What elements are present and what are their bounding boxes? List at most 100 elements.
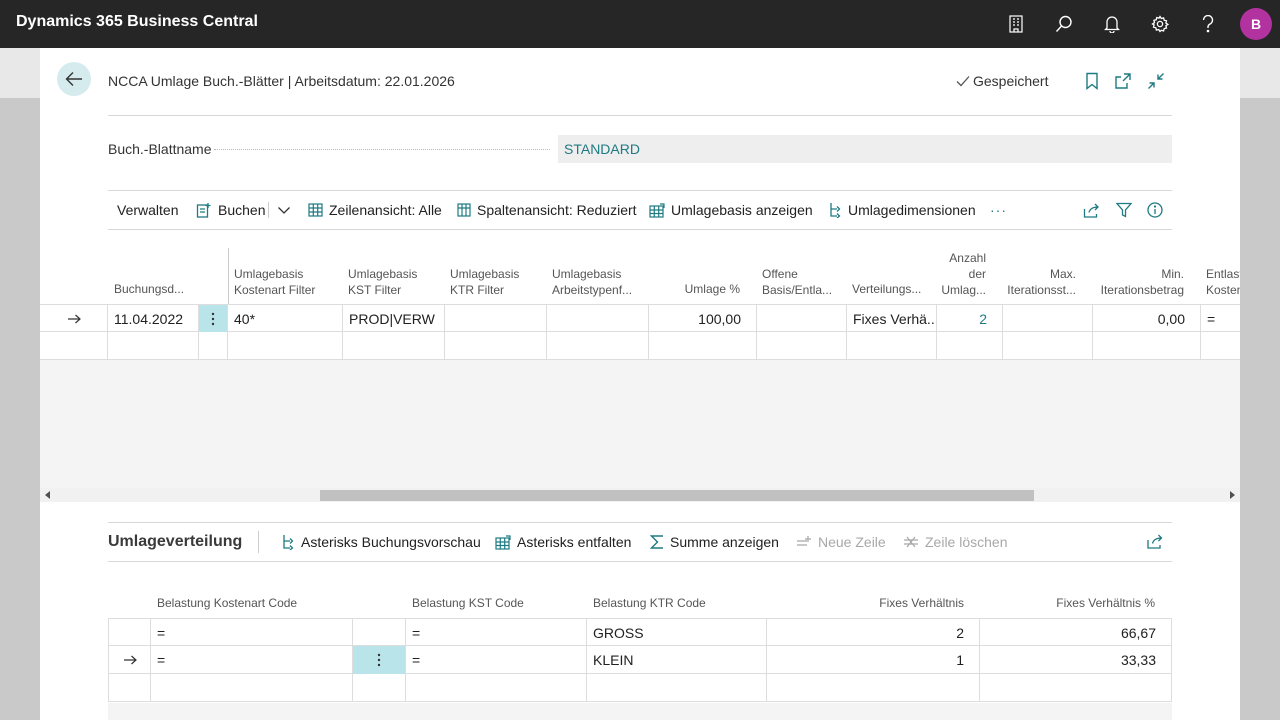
empty-cell[interactable] [1003,332,1093,360]
col-max-iter[interactable]: Max. Iterationsst... [990,266,1076,298]
empty-cell[interactable] [587,674,767,702]
co-filter-cell[interactable] [445,305,547,333]
table-row[interactable]: 11.04.2022 40* PROD|VERW 100,00 Fixes Ve… [40,304,1240,333]
col-view-button[interactable]: Spaltenansicht: Reduziert [457,191,637,229]
charge-cost-type-cell[interactable]: = [151,646,353,674]
empty-cell[interactable] [649,332,757,360]
post-button[interactable]: Buchen [196,191,265,229]
asterisks-expand-button[interactable]: Asterisks entfalten [495,522,631,562]
col-charge-cost-type[interactable]: Belastung Kostenart Code [157,595,297,611]
action-bar: Verwalten Buchen Zeilenansicht: Alle Spa… [108,191,1172,229]
col-fixed-ratio[interactable]: Fixes Verhältnis [800,595,964,611]
manage-menu[interactable]: Verwalten [117,191,178,229]
col-relief[interactable]: Entlast Kosten [1206,266,1240,298]
empty-cell[interactable] [847,332,937,360]
empty-cell[interactable] [937,332,1003,360]
table-row[interactable]: = = KLEIN 1 33,33 [108,646,1172,674]
empty-cell[interactable] [547,332,649,360]
col-charge-co[interactable]: Belastung KTR Code [593,595,706,611]
post-label: Buchen [218,202,266,218]
back-button[interactable] [57,62,91,96]
bell-icon[interactable] [1100,12,1124,36]
col-cc-filter[interactable]: Umlagebasis KST Filter [348,266,417,298]
asterisks-preview-button[interactable]: Asterisks Buchungsvorschau [282,522,481,562]
empty-cell[interactable] [445,332,547,360]
share-button[interactable] [1083,191,1100,229]
col-open-basis[interactable]: Offene Basis/Entla... [762,266,832,298]
delete-line-button[interactable]: Zeile löschen [903,522,1008,562]
scrollbar-thumb[interactable] [320,490,1034,501]
col-fixed-ratio-pct[interactable]: Fixes Verhältnis % [1000,595,1155,611]
new-line-button[interactable]: Neue Zeile [796,522,886,562]
open-new-window-icon[interactable] [1114,72,1132,90]
empty-cell[interactable] [1201,332,1240,360]
empty-cell [353,674,406,702]
fixed-ratio-cell[interactable]: 1 [767,646,980,674]
show-basis-button[interactable]: Umlagebasis anzeigen [649,191,813,229]
subpage-title[interactable]: Umlageverteilung [108,533,242,551]
posting-date-cell[interactable]: 11.04.2022 [108,305,199,333]
table-row-empty[interactable] [40,332,1240,360]
row-menu-button[interactable] [199,305,228,333]
col-distribution[interactable]: Verteilungs... [852,281,921,297]
row-menu-button[interactable] [353,646,406,674]
charge-cc-cell[interactable]: = [406,646,587,674]
row-selected-arrow [108,646,151,674]
charge-cost-type-cell[interactable]: = [151,619,353,647]
empty-cell[interactable] [406,674,587,702]
col-min-iter[interactable]: Min. Iterationsbetrag [1090,266,1184,298]
collapse-icon[interactable] [1147,72,1165,90]
bookmark-icon[interactable] [1083,72,1101,90]
relief-cell[interactable]: = [1201,305,1240,333]
row-view-button[interactable]: Zeilenansicht: Alle [308,191,442,229]
filter-button[interactable] [1116,191,1132,229]
empty-cell[interactable] [228,332,343,360]
fixed-ratio-cell[interactable]: 2 [767,619,980,647]
empty-cell[interactable] [343,332,445,360]
count-cell[interactable]: 2 [937,305,1003,333]
col-count[interactable]: Anzahl der Umlag... [920,250,986,298]
post-dropdown[interactable] [277,191,291,229]
show-sum-button[interactable]: Summe anzeigen [650,522,779,562]
dimensions-button[interactable]: Umlagedimensionen [828,191,976,229]
empty-cell[interactable] [108,332,199,360]
col-alloc-pct[interactable]: Umlage % [650,281,740,297]
batch-name-field[interactable]: STANDARD [558,135,1172,163]
col-cost-type-filter[interactable]: Umlagebasis Kostenart Filter [234,266,315,298]
gear-icon[interactable] [1148,12,1172,36]
cost-type-filter-cell[interactable]: 40* [228,305,343,333]
empty-cell[interactable] [1093,332,1201,360]
max-iter-cell[interactable] [1003,305,1093,333]
share-icon[interactable] [1146,534,1164,549]
app-title: Dynamics 365 Business Central [16,13,258,30]
col-co-filter[interactable]: Umlagebasis KTR Filter [450,266,519,298]
cc-filter-cell[interactable]: PROD|VERW [343,305,445,333]
distribution-cell[interactable]: Fixes Verhä... [847,305,937,333]
building-icon[interactable] [1004,12,1028,36]
alloc-pct-cell[interactable]: 100,00 [649,305,757,333]
scroll-right-icon[interactable] [1228,491,1236,499]
col-label: KST Filter [348,283,402,297]
charge-co-cell[interactable]: KLEIN [587,646,767,674]
empty-cell[interactable] [151,674,353,702]
col-charge-cc[interactable]: Belastung KST Code [412,595,524,611]
col-work-type-filter[interactable]: Umlagebasis Arbeitstypenf... [552,266,632,298]
info-button[interactable] [1147,191,1163,229]
min-iter-cell[interactable]: 0,00 [1093,305,1201,333]
table-row-empty[interactable] [108,674,1172,702]
charge-cc-cell[interactable]: = [406,619,587,647]
col-posting-date[interactable]: Buchungsd... [114,281,184,297]
separator [268,202,269,218]
empty-cell[interactable] [767,674,980,702]
charge-co-cell[interactable]: GROSS [587,619,767,647]
search-icon[interactable] [1052,12,1076,36]
manage-label: Verwalten [117,202,179,218]
work-type-filter-cell[interactable] [547,305,649,333]
col-label: KTR Filter [450,283,504,297]
scroll-left-icon[interactable] [44,491,52,499]
row-indicator [108,619,151,647]
more-options-button[interactable]: ··· [990,191,1007,229]
table-row[interactable]: = = GROSS 2 66,67 [108,618,1172,647]
avatar[interactable]: B [1240,8,1272,40]
help-icon[interactable] [1196,12,1220,36]
